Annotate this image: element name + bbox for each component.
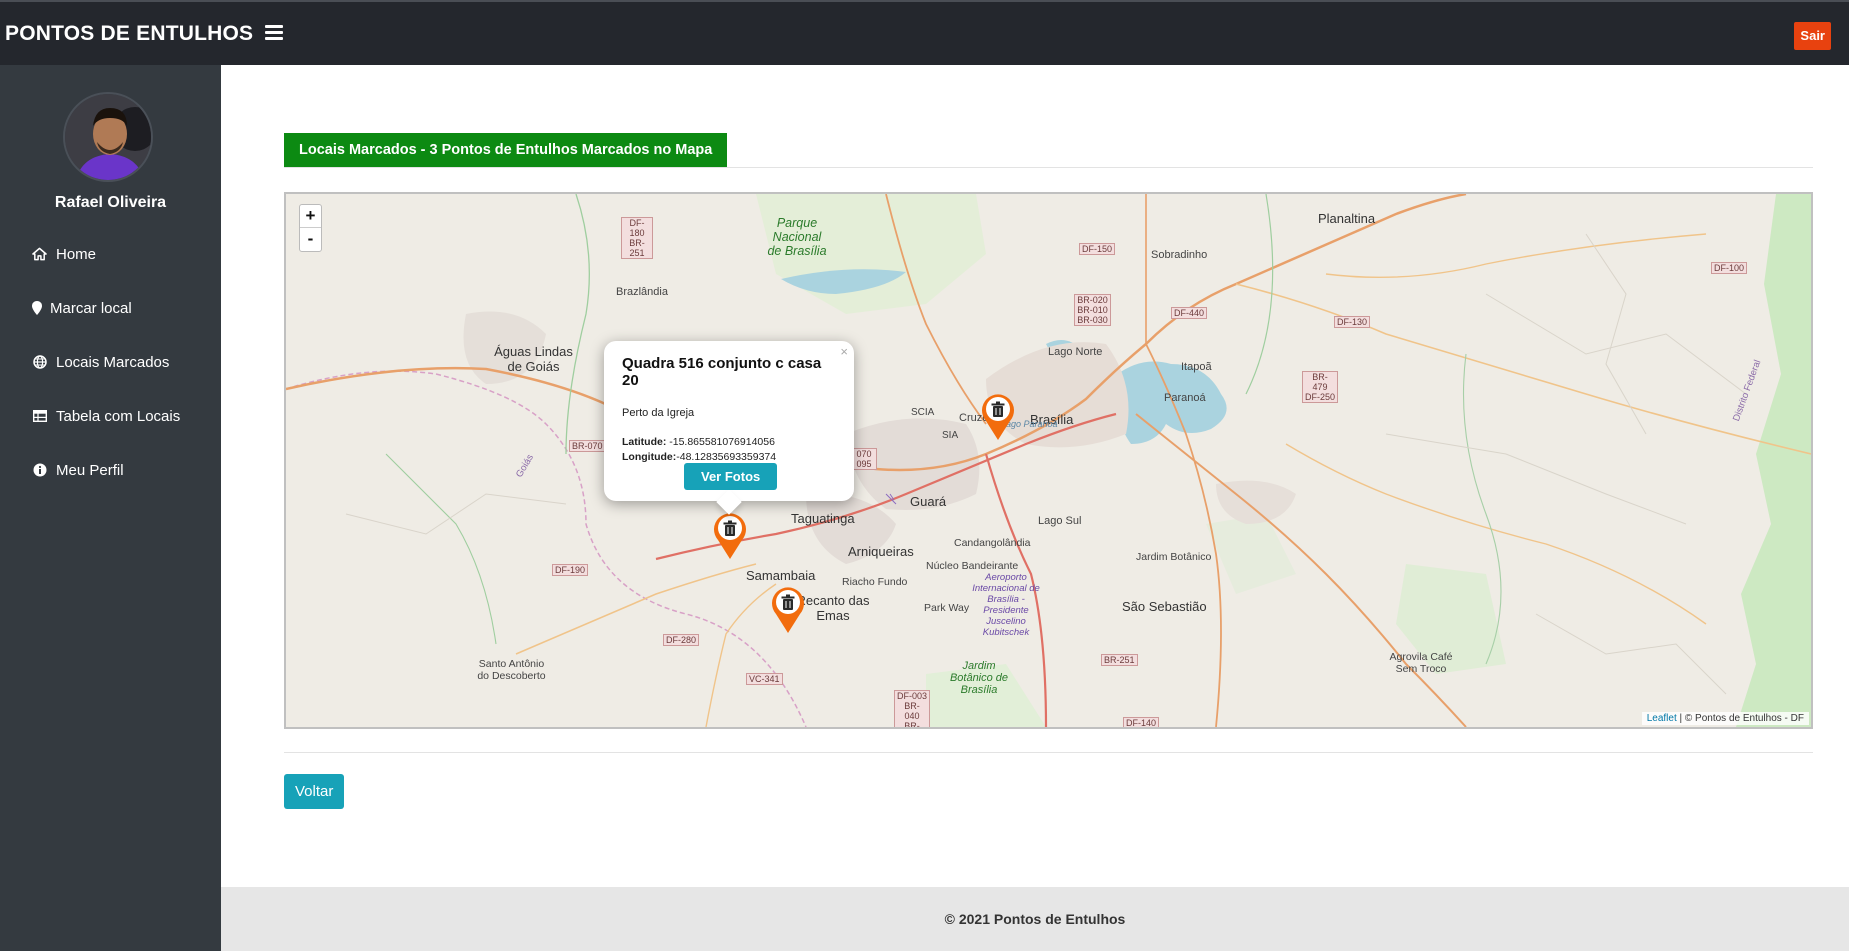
top-navbar: PONTOS DE ENTULHOS Sair (0, 0, 1849, 65)
sidebar-item-meu-perfil[interactable]: Meu Perfil (32, 458, 124, 482)
map-label: Águas Lindas de Goiás (494, 344, 573, 374)
home-icon (32, 247, 47, 262)
map-label: Guará (910, 494, 947, 509)
road-shield: DF-190 (552, 564, 589, 576)
road-shield: DF-280 (663, 634, 700, 646)
map-label: Núcleo Bandeirante (926, 560, 1019, 572)
map-attribution: Leaflet | © Pontos de Entulhos - DF (1641, 712, 1809, 725)
map-label: Samambaia (746, 568, 816, 583)
latitude-value: -15.865581076914056 (669, 436, 775, 448)
map-marker[interactable] (712, 510, 748, 560)
road-shield: DF-100 (1711, 262, 1748, 274)
map-label: Candangolândia (954, 537, 1031, 549)
map-tiles (286, 194, 1811, 727)
map-label: Arniqueiras (848, 544, 914, 559)
footer: © 2021 Pontos de Entulhos (221, 887, 1849, 951)
user-name: Rafael Oliveira (54, 194, 167, 211)
popup-title: Quadra 516 conjunto c casa 20 (622, 355, 822, 389)
sidebar: Rafael Oliveira Home Marcar local Locais… (0, 65, 221, 951)
avatar[interactable] (63, 92, 153, 182)
sidebar-item-label: Locais Marcados (56, 353, 170, 371)
map-label: SIA (942, 430, 959, 441)
sidebar-item-locais-marcados[interactable]: Locais Marcados (32, 350, 169, 374)
map-label: Lago Norte (1048, 346, 1103, 358)
trash-pin-icon (982, 394, 1014, 440)
latitude-label: Latitude: (622, 436, 667, 448)
map-label: Sobradinho (1151, 249, 1208, 261)
map-label: SCIA (911, 407, 935, 418)
map-label: Parque Nacional de Brasília (767, 216, 827, 258)
map-label: Riacho Fundo (842, 576, 908, 588)
road-shield: BR-070 (569, 440, 606, 452)
divider (284, 167, 1813, 168)
road-shield: 070 095 (851, 448, 877, 470)
info-icon (32, 463, 47, 478)
popup-latitude: Latitude: -15.865581076914056 (622, 435, 836, 450)
sidebar-item-tabela[interactable]: Tabela com Locais (32, 404, 180, 428)
map-label: Aeroporto Internacional de Brasília - Pr… (972, 572, 1040, 638)
longitude-label: Longitude: (622, 451, 677, 463)
map-label: Park Way (924, 602, 970, 614)
map-label: Santo Antônio do Descoberto (477, 658, 546, 682)
road-shield: BR-251 (1101, 654, 1138, 666)
road-shield: DF-180 BR-251 (621, 217, 653, 259)
zoom-out-button[interactable]: - (300, 228, 321, 251)
logout-button[interactable]: Sair (1794, 22, 1831, 50)
sidebar-item-marcar-local[interactable]: Marcar local (32, 296, 132, 320)
marker-popup: × Quadra 516 conjunto c casa 20 Perto da… (604, 341, 854, 515)
divider (284, 752, 1813, 753)
road-shield: BR-479 DF-250 (1302, 371, 1338, 403)
road-shield: BR-020 BR-010 BR-030 (1074, 294, 1111, 326)
map-label: Paranoá (1164, 392, 1206, 404)
footer-text: © 2021 Pontos de Entulhos (944, 911, 1126, 927)
section-title[interactable]: Locais Marcados - 3 Pontos de Entulhos M… (284, 133, 728, 168)
map[interactable]: + - Planaltina Parque Nacional de Brasíl… (284, 192, 1813, 729)
road-shield: DF-140 (1123, 717, 1160, 727)
road-shield: DF-130 (1334, 316, 1371, 328)
map-pin-icon (32, 301, 42, 316)
road-shield: DF-003 BR-040 BR-050 (894, 690, 930, 727)
map-label: Itapoã (1181, 361, 1212, 373)
menu-toggle-icon[interactable] (265, 25, 283, 41)
leaflet-link[interactable]: Leaflet (1647, 713, 1677, 724)
longitude-value: -48.12835693359374 (676, 451, 777, 463)
map-label: Jardim Botânico (1136, 551, 1212, 563)
back-button[interactable]: Voltar (284, 774, 345, 809)
road-shield: DF-150 (1079, 243, 1116, 255)
sidebar-item-home[interactable]: Home (32, 242, 96, 266)
map-marker[interactable] (770, 584, 806, 634)
popup-description: Perto da Igreja (622, 407, 695, 419)
map-label: Taguatinga (791, 511, 855, 526)
map-label: Agrovila Café Sem Troco (1389, 651, 1453, 675)
ver-fotos-button[interactable]: Ver Fotos (684, 463, 778, 490)
zoom-control: + - (299, 204, 322, 252)
map-label: São Sebastião (1122, 599, 1207, 614)
table-icon (32, 409, 47, 424)
sidebar-item-label: Tabela com Locais (56, 407, 181, 425)
road-shield: DF-440 (1171, 307, 1208, 319)
zoom-in-button[interactable]: + (300, 205, 321, 228)
sidebar-item-label: Marcar local (50, 299, 132, 317)
map-label: Planaltina (1318, 211, 1376, 226)
popup-close-button[interactable]: × (840, 344, 848, 359)
map-marker[interactable] (980, 391, 1016, 441)
brand-title[interactable]: PONTOS DE ENTULHOS (5, 22, 253, 46)
map-label: Brazlândia (616, 286, 668, 298)
trash-pin-icon (772, 587, 804, 633)
trash-pin-icon (714, 513, 746, 559)
map-label: Lago Sul (1038, 515, 1082, 527)
sidebar-item-label: Meu Perfil (56, 461, 124, 479)
sidebar-item-label: Home (56, 245, 97, 263)
map-label: Jardim Botânico de Brasília (949, 660, 1009, 696)
globe-icon (32, 355, 47, 370)
attribution-text: | © Pontos de Entulhos - DF (1676, 713, 1804, 724)
road-shield: VC-341 (746, 673, 783, 685)
